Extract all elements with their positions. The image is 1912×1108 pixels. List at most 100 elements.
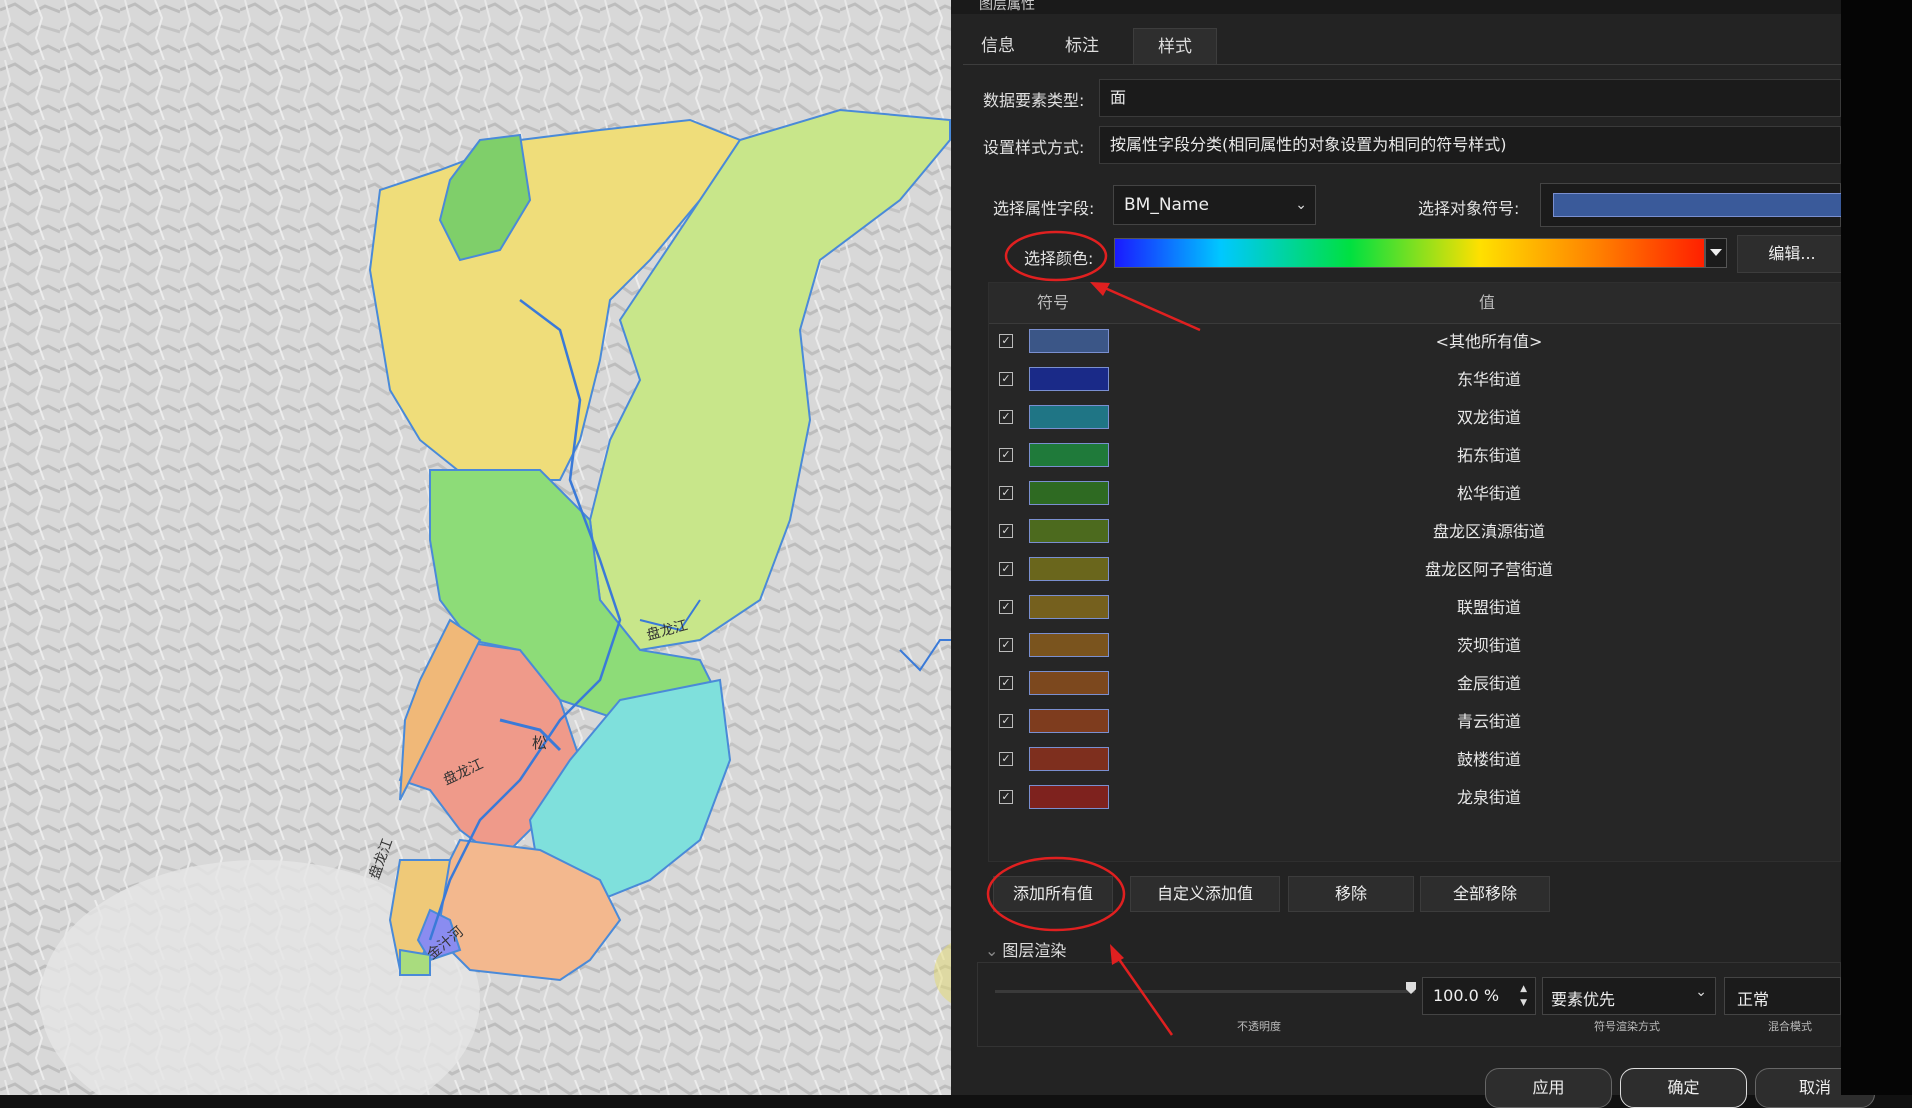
field-select-dropdown[interactable]: BM_Name ⌄ (1113, 185, 1316, 225)
symbol-swatch[interactable] (1029, 633, 1109, 657)
row-value: 联盟街道 (1456, 598, 1521, 617)
render-mode-dropdown[interactable]: 要素优先 ⌄ (1542, 977, 1716, 1015)
row-checkbox[interactable]: ✓ (999, 790, 1013, 804)
table-row[interactable]: ✓ 盘龙区滇源街道 (989, 513, 1842, 551)
custom-add-value-button[interactable]: 自定义添加值 (1130, 876, 1280, 912)
apply-button[interactable]: 应用 (1485, 1068, 1612, 1108)
feature-type-label: 数据要素类型: (983, 91, 1085, 110)
opacity-slider-track[interactable] (995, 990, 1415, 993)
symbol-swatch[interactable] (1029, 709, 1109, 733)
style-method-field[interactable]: 按属性字段分类(相同属性的对象设置为相同的符号样式) (1099, 126, 1841, 164)
render-section-label: 图层渲染 (1002, 941, 1067, 960)
symbol-swatch[interactable] (1029, 671, 1109, 695)
table-row[interactable]: ✓ 鼓楼街道 (989, 741, 1842, 779)
remove-all-button[interactable]: 全部移除 (1420, 876, 1550, 912)
field-select-label: 选择属性字段: (993, 199, 1095, 218)
map-label-song: 松 (532, 734, 547, 752)
dialog-titlebar: 图层属性 (951, 0, 1841, 14)
tab-info[interactable]: 信息 (963, 28, 1033, 64)
remove-button[interactable]: 移除 (1288, 876, 1414, 912)
row-value: 龙泉街道 (1456, 788, 1521, 807)
table-row[interactable]: ✓ 松华街道 (989, 475, 1842, 513)
style-method-label: 设置样式方式: (983, 138, 1085, 157)
row-value: 拓东街道 (1456, 446, 1521, 465)
symbol-swatch[interactable] (1029, 785, 1109, 809)
blend-mode-caption: 混合模式 (1768, 1020, 1812, 1033)
opacity-caption: 不透明度 (1237, 1020, 1281, 1033)
row-value: 鼓楼街道 (1456, 750, 1521, 769)
header-symbol: 符号 (1037, 293, 1070, 312)
header-value: 值 (1479, 293, 1496, 312)
table-row[interactable]: ✓ 茨坝街道 (989, 627, 1842, 665)
render-section-toggle[interactable]: ⌄ 图层渲染 (985, 937, 1066, 961)
row-checkbox[interactable]: ✓ (999, 524, 1013, 538)
feature-type-field: 面 (1099, 79, 1841, 117)
row-checkbox[interactable]: ✓ (999, 372, 1013, 386)
map-svg: 盘龙江 盘龙江 盘龙江 松 金汁河 (0, 0, 951, 1095)
symbol-swatch[interactable] (1029, 519, 1109, 543)
chevron-collapse-icon: ⌄ (985, 941, 999, 960)
tab-label[interactable]: 标注 (1047, 28, 1117, 64)
symbol-swatch[interactable] (1029, 595, 1109, 619)
tab-divider (963, 64, 1841, 65)
color-ramp[interactable] (1114, 238, 1705, 268)
symbol-swatch[interactable] (1029, 329, 1109, 353)
render-mode-caption: 符号渲染方式 (1594, 1020, 1660, 1033)
field-select-value: BM_Name (1124, 195, 1209, 215)
dialog-title: 图层属性 (979, 0, 1035, 13)
row-value: 盘龙区滇源街道 (1432, 522, 1545, 541)
symbol-swatch[interactable] (1029, 747, 1109, 771)
symbol-swatch[interactable] (1029, 443, 1109, 467)
symbol-swatch (1553, 193, 1843, 217)
row-value: 金辰街道 (1456, 674, 1521, 693)
row-checkbox[interactable]: ✓ (999, 714, 1013, 728)
table-header: 符号 值 (989, 283, 1842, 324)
table-row[interactable]: ✓ 盘龙区阿子营街道 (989, 551, 1842, 589)
row-checkbox[interactable]: ✓ (999, 600, 1013, 614)
chevron-down-icon: ⌄ (1295, 197, 1307, 213)
symbol-select-label: 选择对象符号: (1418, 199, 1520, 218)
stepper-down-icon[interactable]: ▼ (1520, 998, 1527, 1008)
caret-down-icon (1710, 249, 1722, 256)
row-value: 松华街道 (1456, 484, 1521, 503)
symbol-swatch[interactable] (1029, 481, 1109, 505)
symbol-swatch[interactable] (1029, 405, 1109, 429)
row-checkbox[interactable]: ✓ (999, 334, 1013, 348)
table-row[interactable]: ✓ 双龙街道 (989, 399, 1842, 437)
edit-button[interactable]: 编辑... (1737, 235, 1847, 273)
row-value: 盘龙区阿子营街道 (1424, 560, 1553, 579)
table-row[interactable]: ✓ 青云街道 (989, 703, 1842, 741)
table-row[interactable]: ✓ 联盟街道 (989, 589, 1842, 627)
row-value: 茨坝街道 (1456, 636, 1521, 655)
symbol-select-box[interactable] (1540, 183, 1843, 227)
row-checkbox[interactable]: ✓ (999, 638, 1013, 652)
table-row[interactable]: ✓ 拓东街道 (989, 437, 1842, 475)
ok-button[interactable]: 确定 (1620, 1068, 1747, 1108)
table-row[interactable]: ✓ 金辰街道 (989, 665, 1842, 703)
table-row[interactable]: ✓ <其他所有值> (989, 323, 1842, 361)
symbol-swatch[interactable] (1029, 557, 1109, 581)
row-value: 双龙街道 (1456, 408, 1521, 427)
stepper-up-icon[interactable]: ▲ (1520, 984, 1527, 994)
classification-table: 符号 值 ✓ <其他所有值> ✓ 东华街道 ✓ 双龙街道 ✓ 拓东街道 ✓ 松华街道 ✓ 盘龙区滇源街… (988, 282, 1842, 862)
chevron-down-icon: ⌄ (1695, 984, 1707, 1000)
table-row[interactable]: ✓ 东华街道 (989, 361, 1842, 399)
row-checkbox[interactable]: ✓ (999, 752, 1013, 766)
symbol-swatch[interactable] (1029, 367, 1109, 391)
row-checkbox[interactable]: ✓ (999, 410, 1013, 424)
table-row[interactable]: ✓ 龙泉街道 (989, 779, 1842, 817)
render-mode-value: 要素优先 (1551, 990, 1616, 1009)
opacity-value: 100.0 % (1433, 986, 1500, 1005)
add-all-values-button[interactable]: 添加所有值 (993, 876, 1113, 912)
map-canvas[interactable]: 盘龙江 盘龙江 盘龙江 松 金汁河 (0, 0, 951, 1095)
color-ramp-dropdown-button[interactable] (1705, 238, 1727, 268)
tab-style[interactable]: 样式 (1133, 28, 1217, 65)
row-checkbox[interactable]: ✓ (999, 676, 1013, 690)
row-checkbox[interactable]: ✓ (999, 562, 1013, 576)
row-checkbox[interactable]: ✓ (999, 486, 1013, 500)
screen-edge-bar (1841, 0, 1912, 1095)
blend-mode-dropdown[interactable]: 正常 (1724, 977, 1841, 1015)
row-value: 青云街道 (1456, 712, 1521, 731)
row-checkbox[interactable]: ✓ (999, 448, 1013, 462)
opacity-stepper[interactable]: 100.0 % ▲ ▼ (1422, 977, 1536, 1015)
